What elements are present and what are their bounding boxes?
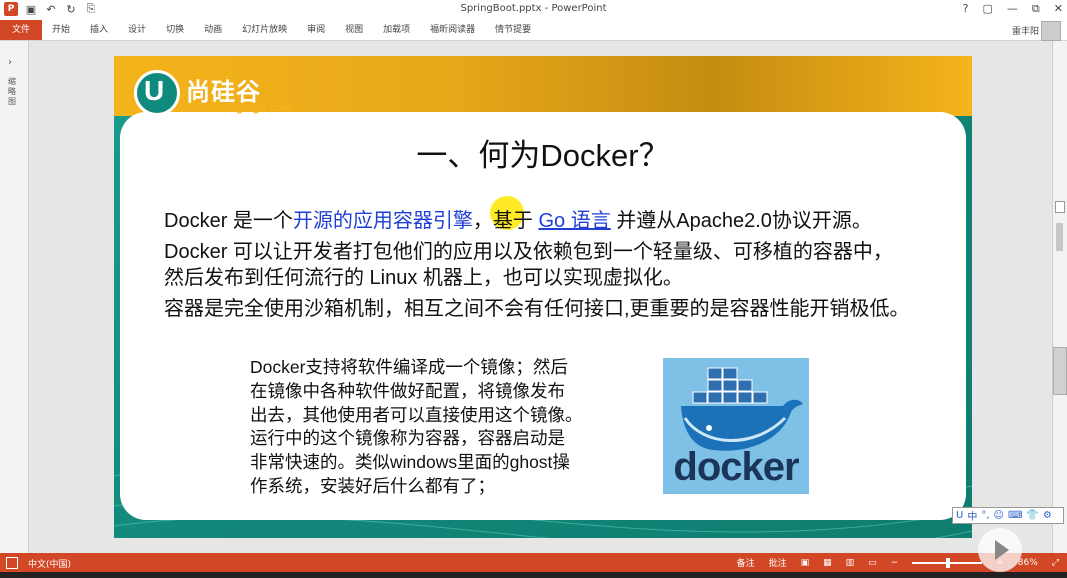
ime-skin-icon[interactable]: 👕 bbox=[1026, 510, 1038, 521]
body-line-3[interactable]: 然后发布到任何流行的 Linux 机器上，也可以实现虚拟化。 bbox=[164, 261, 683, 290]
slideshow-view-icon[interactable]: ▭ bbox=[868, 558, 877, 568]
ime-keyboard-icon[interactable]: ⌨ bbox=[1008, 510, 1022, 521]
docker-logo-image[interactable]: docker bbox=[663, 358, 809, 494]
fit-slide-icon[interactable]: ⤢ bbox=[1052, 558, 1059, 568]
zoom-out-icon[interactable]: − bbox=[891, 558, 899, 568]
tab-view[interactable]: 视图 bbox=[335, 20, 373, 40]
restore-icon[interactable]: ⧉ bbox=[1032, 2, 1040, 16]
docker-logo-text: docker bbox=[673, 445, 799, 489]
line1-text-a: Docker 是一个 bbox=[164, 210, 293, 232]
description-line: Docker支持将软件编译成一个镜像；然后 bbox=[250, 357, 568, 377]
vertical-scrollbar[interactable] bbox=[1052, 41, 1067, 553]
thumbnail-pane: › 缩略图 bbox=[0, 41, 29, 553]
ime-punctuation-icon[interactable]: °, bbox=[981, 510, 989, 521]
reading-view-icon[interactable]: ▥ bbox=[846, 558, 855, 568]
close-icon[interactable]: ✕ bbox=[1054, 2, 1063, 16]
normal-view-icon[interactable]: ▣ bbox=[801, 558, 810, 568]
tab-file[interactable]: 文件 bbox=[0, 20, 43, 40]
atguigu-logo: U 尚硅谷 www.atguigu.com bbox=[134, 70, 334, 116]
zoom-level[interactable]: 86% bbox=[1018, 558, 1038, 568]
title-bar: P ▣ ↶ ↻ ⎘ SpringBoot.pptx - PowerPoint ?… bbox=[0, 0, 1067, 20]
docker-whale-icon bbox=[681, 367, 803, 451]
tab-animations[interactable]: 动画 bbox=[194, 20, 232, 40]
user-name[interactable]: 雷丰阳 bbox=[1012, 24, 1039, 37]
line1-text-b: ，基于 bbox=[472, 210, 539, 232]
tab-home[interactable]: 开始 bbox=[42, 20, 80, 40]
tab-storyboarding[interactable]: 情节提要 bbox=[485, 20, 541, 40]
description-line: 出去，其他使用者可以直接使用这个镜像。 bbox=[250, 404, 583, 425]
slide-sorter-icon[interactable]: ▦ bbox=[823, 558, 832, 568]
slide-canvas[interactable]: U 尚硅谷 www.atguigu.com 一、何为Docker？ Docker… bbox=[114, 56, 972, 538]
scroll-box[interactable] bbox=[1055, 201, 1065, 213]
video-play-icon[interactable] bbox=[978, 528, 1022, 572]
language-indicator[interactable]: 中文(中国) bbox=[28, 557, 71, 570]
ime-toolbar[interactable]: U 中 °, ☺ ⌨ 👕 ⚙ bbox=[952, 507, 1064, 524]
tab-slideshow[interactable]: 幻灯片放映 bbox=[232, 20, 297, 40]
description-line: 在镜像中各种软件做好配置，将镜像发布 bbox=[250, 380, 565, 401]
scroll-thumb[interactable] bbox=[1056, 223, 1063, 251]
tab-addins[interactable]: 加载项 bbox=[373, 20, 420, 40]
ime-emoji-icon[interactable]: ☺ bbox=[994, 510, 1004, 521]
body-line-1[interactable]: Docker 是一个开源的应用容器引擎，基于 Go 语言 并遵从Apache2.… bbox=[164, 204, 872, 233]
tab-foxit-reader[interactable]: 福昕阅读器 bbox=[420, 20, 485, 40]
notes-button[interactable]: 备注 bbox=[737, 556, 755, 569]
expand-thumbnails-icon[interactable]: › bbox=[8, 57, 12, 68]
minimize-icon[interactable]: — bbox=[1007, 2, 1018, 16]
zoom-slider-knob[interactable] bbox=[946, 557, 951, 568]
comments-button[interactable]: 批注 bbox=[769, 556, 787, 569]
body-line-2[interactable]: Docker 可以让开发者打包他们的应用以及依赖包到一个轻量级、可移植的容器中， bbox=[164, 235, 893, 264]
tab-design[interactable]: 设计 bbox=[118, 20, 156, 40]
ribbon-tabs: 文件 开始 插入 设计 切换 动画 幻灯片放映 审阅 视图 加载项 福昕阅读器 … bbox=[0, 20, 1067, 40]
tab-insert[interactable]: 插入 bbox=[80, 20, 118, 40]
description-line: 非常快速的。类似windows里面的ghost操 bbox=[250, 452, 570, 473]
description-line: 运行中的这个镜像称为容器，容器启动是 bbox=[250, 428, 565, 449]
ribbon: 文件 开始 插入 设计 切换 动画 幻灯片放映 审阅 视图 加载项 福昕阅读器 … bbox=[0, 20, 1067, 41]
floating-toolbar-handle[interactable] bbox=[1053, 347, 1067, 395]
slide-title[interactable]: 一、何为Docker？ bbox=[114, 130, 972, 175]
ime-mode-toggle[interactable]: 中 bbox=[967, 508, 977, 523]
go-language-link[interactable]: Go 语言 bbox=[538, 210, 610, 232]
description-line: 作系统，安装好后什么都有了； bbox=[250, 475, 495, 496]
ime-logo-icon[interactable]: U bbox=[956, 510, 963, 521]
thumbnail-pane-label[interactable]: 缩略图 bbox=[8, 77, 18, 107]
bottom-strip bbox=[0, 572, 1067, 578]
ime-settings-icon[interactable]: ⚙ bbox=[1043, 510, 1052, 521]
zoom-slider[interactable] bbox=[912, 557, 983, 568]
status-bar: 中文(中国) 备注 批注 ▣ ▦ ▥ ▭ − + 86% ⤢ bbox=[0, 553, 1067, 572]
logo-url: www.atguigu.com bbox=[198, 102, 292, 114]
body-line-4[interactable]: 容器是完全使用沙箱机制，相互之间不会有任何接口,更重要的是容器性能开销极低。 bbox=[164, 292, 910, 321]
window-title: SpringBoot.pptx - PowerPoint bbox=[460, 3, 607, 14]
ribbon-display-options-icon[interactable]: ▢ bbox=[983, 2, 993, 16]
tab-review[interactable]: 审阅 bbox=[297, 20, 335, 40]
avatar[interactable] bbox=[1041, 21, 1061, 41]
tab-transitions[interactable]: 切换 bbox=[156, 20, 194, 40]
line1-highlight: 开源的应用容器引擎 bbox=[292, 210, 473, 232]
description-textbox[interactable]: Docker支持将软件编译成一个镜像；然后 在镜像中各种软件做好配置，将镜像发布… bbox=[250, 356, 640, 499]
line1-text-c: 并遵从Apache2.0协议开源。 bbox=[610, 210, 872, 232]
logo-mark: U bbox=[134, 70, 180, 116]
spellcheck-icon[interactable] bbox=[6, 557, 18, 569]
window-controls: ? ▢ — ⧉ ✕ bbox=[963, 2, 1063, 16]
help-icon[interactable]: ? bbox=[963, 2, 969, 16]
